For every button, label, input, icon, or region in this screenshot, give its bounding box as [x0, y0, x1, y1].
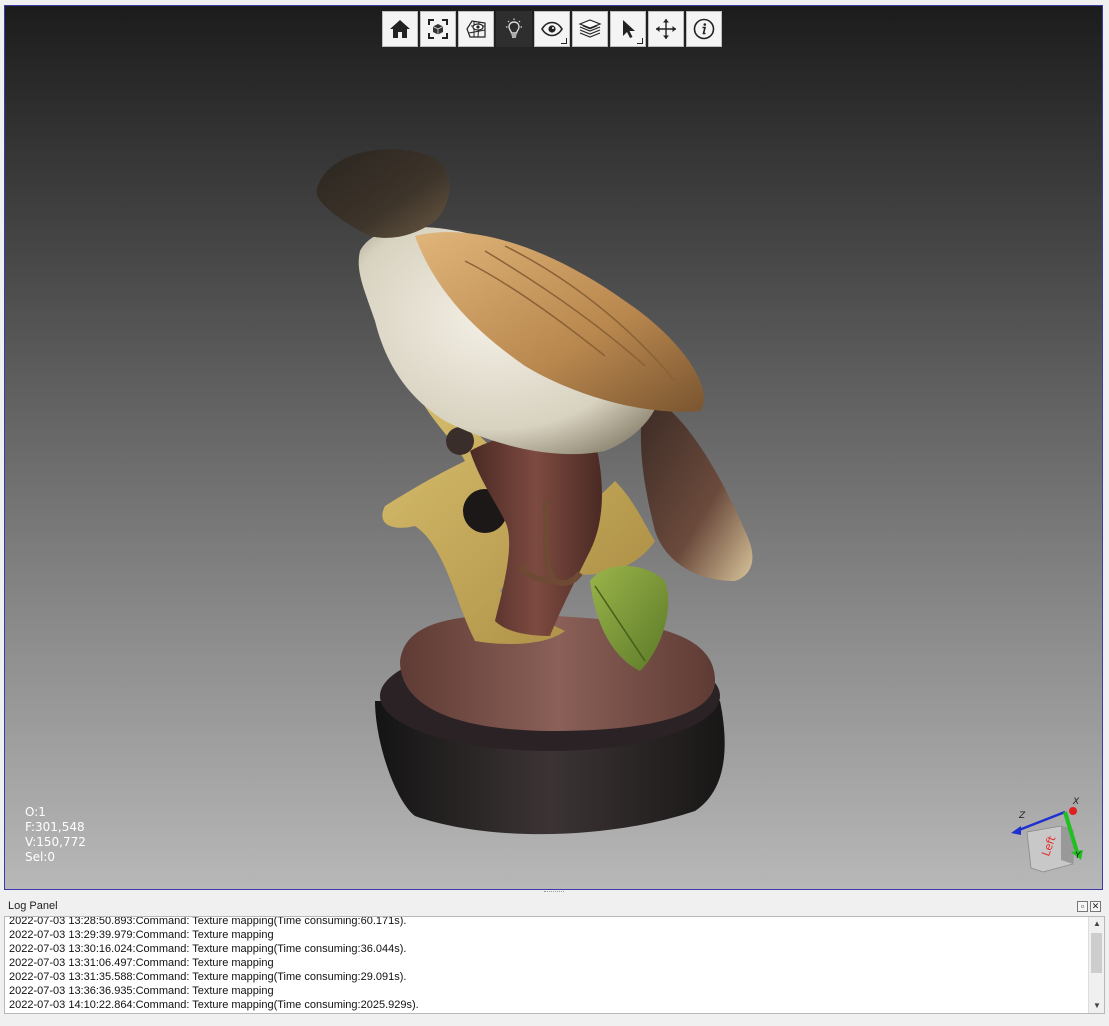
log-output[interactable]: 2022-07-03 13:28:50.893:Command: Texture…: [4, 916, 1105, 1014]
log-line: 2022-07-03 13:36:36.935:Command: Texture…: [9, 985, 274, 997]
gizmo-z-label: Z: [1018, 811, 1026, 821]
log-lines: 2022-07-03 13:28:50.893:Command: Texture…: [9, 916, 1084, 1012]
move-icon: [656, 19, 676, 39]
viewer-toolbar: [382, 11, 722, 47]
scroll-track[interactable]: [1089, 931, 1104, 999]
log-line: 2022-07-03 13:31:06.497:Command: Texture…: [9, 957, 274, 969]
3d-viewport[interactable]: O:1 F:301,548 V:150,772 Sel:0 Left X Z Y: [4, 5, 1103, 890]
visibility-button[interactable]: [534, 11, 570, 47]
home-button[interactable]: [382, 11, 418, 47]
log-panel-header: Log Panel ▫ ✕: [4, 898, 1105, 914]
bird-figurine-model[interactable]: [305, 141, 785, 841]
layers-icon: [578, 19, 602, 38]
vertex-count: V:150,772: [25, 835, 86, 849]
log-panel: Log Panel ▫ ✕ 2022-07-03 13:28:50.893:Co…: [4, 898, 1105, 1022]
log-panel-title: Log Panel: [8, 900, 58, 912]
log-scrollbar[interactable]: ▲ ▼: [1088, 917, 1104, 1013]
splitter-grip: [544, 891, 564, 894]
log-line: 2022-07-03 13:28:50.893:Command: Texture…: [9, 916, 407, 927]
scroll-down-icon[interactable]: ▼: [1089, 999, 1104, 1013]
close-panel-icon[interactable]: ✕: [1090, 900, 1101, 912]
fit-view-button[interactable]: [420, 11, 456, 47]
view-mesh-icon: [466, 20, 486, 38]
log-line: 2022-07-03 13:30:16.024:Command: Texture…: [9, 943, 407, 955]
dropdown-corner-icon: [637, 38, 643, 44]
orientation-gizmo[interactable]: Left X Z Y: [1003, 790, 1093, 882]
fit-view-icon: [428, 19, 448, 39]
select-button[interactable]: [610, 11, 646, 47]
log-line: 2022-07-03 13:29:39.979:Command: Texture…: [9, 929, 274, 941]
log-panel-controls: ▫ ✕: [1077, 900, 1101, 912]
lighting-button[interactable]: [496, 11, 532, 47]
scene-stats: O:1 F:301,548 V:150,772 Sel:0: [25, 805, 86, 865]
panel-splitter[interactable]: [0, 890, 1109, 896]
log-line: 2022-07-03 13:31:35.588:Command: Texture…: [9, 971, 407, 983]
object-count: O:1: [25, 805, 46, 819]
lighting-icon: [506, 18, 522, 38]
info-button[interactable]: [686, 11, 722, 47]
move-button[interactable]: [648, 11, 684, 47]
dropdown-corner-icon: [561, 38, 567, 44]
gizmo-x-label: X: [1072, 797, 1080, 807]
face-count: F:301,548: [25, 820, 85, 834]
view-mesh-button[interactable]: [458, 11, 494, 47]
layers-button[interactable]: [572, 11, 608, 47]
scroll-thumb[interactable]: [1091, 933, 1102, 973]
home-icon: [390, 20, 410, 38]
log-line: 2022-07-03 14:10:22.864:Command: Texture…: [9, 999, 419, 1011]
scroll-up-icon[interactable]: ▲: [1089, 917, 1104, 931]
info-icon: [693, 18, 715, 40]
float-panel-icon[interactable]: ▫: [1077, 900, 1088, 912]
selection-count: Sel:0: [25, 850, 56, 864]
app-window: O:1 F:301,548 V:150,772 Sel:0 Left X Z Y…: [0, 0, 1109, 1026]
